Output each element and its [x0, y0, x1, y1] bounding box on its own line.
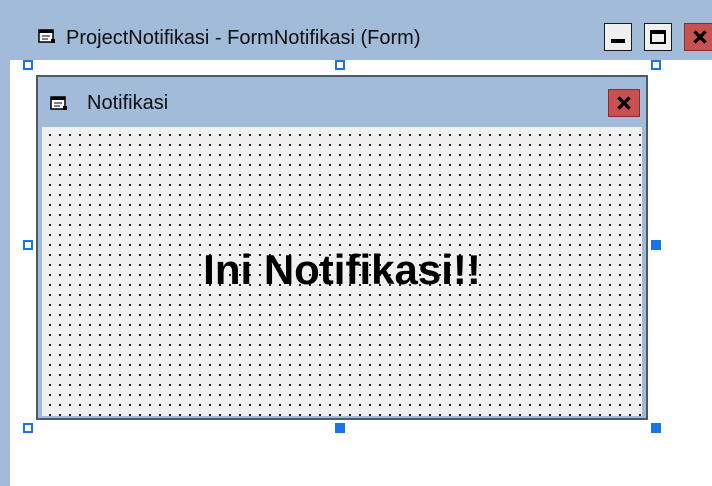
resize-handle-bottom-right[interactable]	[651, 423, 661, 433]
designer-title-bar[interactable]: ProjectNotifikasi - FormNotifikasi (Form…	[10, 0, 712, 60]
notifikasi-form[interactable]: Notifikasi Ini Notifikasi!!	[36, 75, 648, 420]
minimize-icon	[611, 39, 625, 43]
ide-form-designer: ProjectNotifikasi - FormNotifikasi (Form…	[0, 0, 712, 486]
designer-window-title: ProjectNotifikasi - FormNotifikasi (Form…	[66, 27, 421, 49]
maximize-button[interactable]	[644, 23, 672, 51]
resize-handle-middle-left	[23, 240, 33, 250]
resize-handle-top-left	[23, 60, 33, 70]
resize-handle-top-center	[335, 60, 345, 70]
resize-handle-top-right	[651, 60, 661, 70]
notification-label[interactable]: Ini Notifikasi!!	[42, 245, 642, 295]
maximize-icon	[650, 30, 666, 44]
form-close-button[interactable]	[608, 89, 640, 117]
form-title: Notifikasi	[87, 92, 169, 114]
form-title-bar[interactable]: Notifikasi	[38, 77, 646, 125]
form-icon	[50, 95, 68, 111]
resize-handle-bottom-center[interactable]	[335, 423, 345, 433]
resize-handle-middle-right[interactable]	[651, 240, 661, 250]
minimize-button[interactable]	[604, 23, 632, 51]
resize-handle-bottom-left	[23, 423, 33, 433]
form-icon	[38, 28, 56, 44]
close-icon	[617, 96, 631, 110]
close-icon	[693, 30, 707, 44]
form-design-grid[interactable]: Ini Notifikasi!!	[42, 127, 642, 416]
close-button[interactable]	[684, 23, 712, 51]
